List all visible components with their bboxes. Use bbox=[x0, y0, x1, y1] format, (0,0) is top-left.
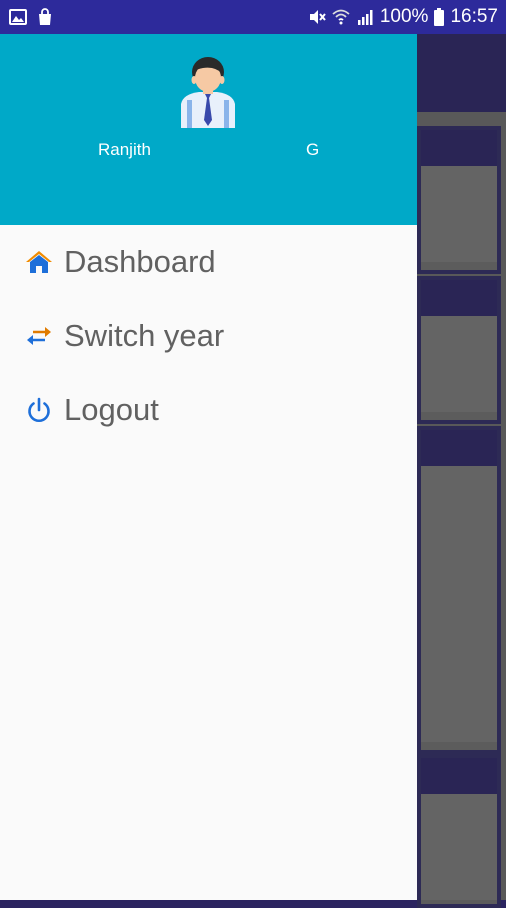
swap-arrows-icon bbox=[27, 327, 51, 345]
menu-item-dashboard[interactable]: Dashboard bbox=[0, 225, 417, 299]
battery-icon bbox=[434, 8, 445, 26]
menu-label-switch-year: Switch year bbox=[64, 318, 225, 353]
clock: 16:57 bbox=[450, 6, 498, 27]
drawer-header: Ranjith G bbox=[0, 34, 417, 225]
background-card bbox=[417, 754, 501, 908]
home-icon bbox=[26, 251, 52, 273]
user-first-name: Ranjith bbox=[98, 140, 151, 159]
background-toolbar bbox=[417, 34, 506, 112]
wifi-icon bbox=[332, 9, 350, 25]
background-app bbox=[417, 34, 506, 908]
menu-item-logout[interactable]: Logout bbox=[0, 373, 417, 447]
gallery-icon bbox=[9, 9, 27, 25]
background-card bbox=[417, 276, 501, 424]
background-card bbox=[417, 426, 501, 754]
signal-icon bbox=[357, 10, 373, 25]
background-card bbox=[417, 126, 501, 274]
status-bar: 100% 16:57 bbox=[0, 0, 506, 34]
power-icon bbox=[28, 397, 50, 422]
shopping-bag-icon bbox=[39, 8, 51, 25]
menu-label-logout: Logout bbox=[64, 392, 159, 427]
mute-icon bbox=[309, 10, 326, 24]
menu-label-dashboard: Dashboard bbox=[64, 244, 216, 279]
battery-percent: 100% bbox=[379, 6, 429, 27]
menu-item-switch-year[interactable]: Switch year bbox=[0, 299, 417, 373]
user-avatar-icon bbox=[181, 57, 235, 128]
drawer-menu: Dashboard Switch year Logout bbox=[0, 225, 417, 447]
navigation-drawer: Ranjith G Dashboard Switch year Logout bbox=[0, 34, 417, 900]
user-last-name: G bbox=[306, 140, 320, 159]
